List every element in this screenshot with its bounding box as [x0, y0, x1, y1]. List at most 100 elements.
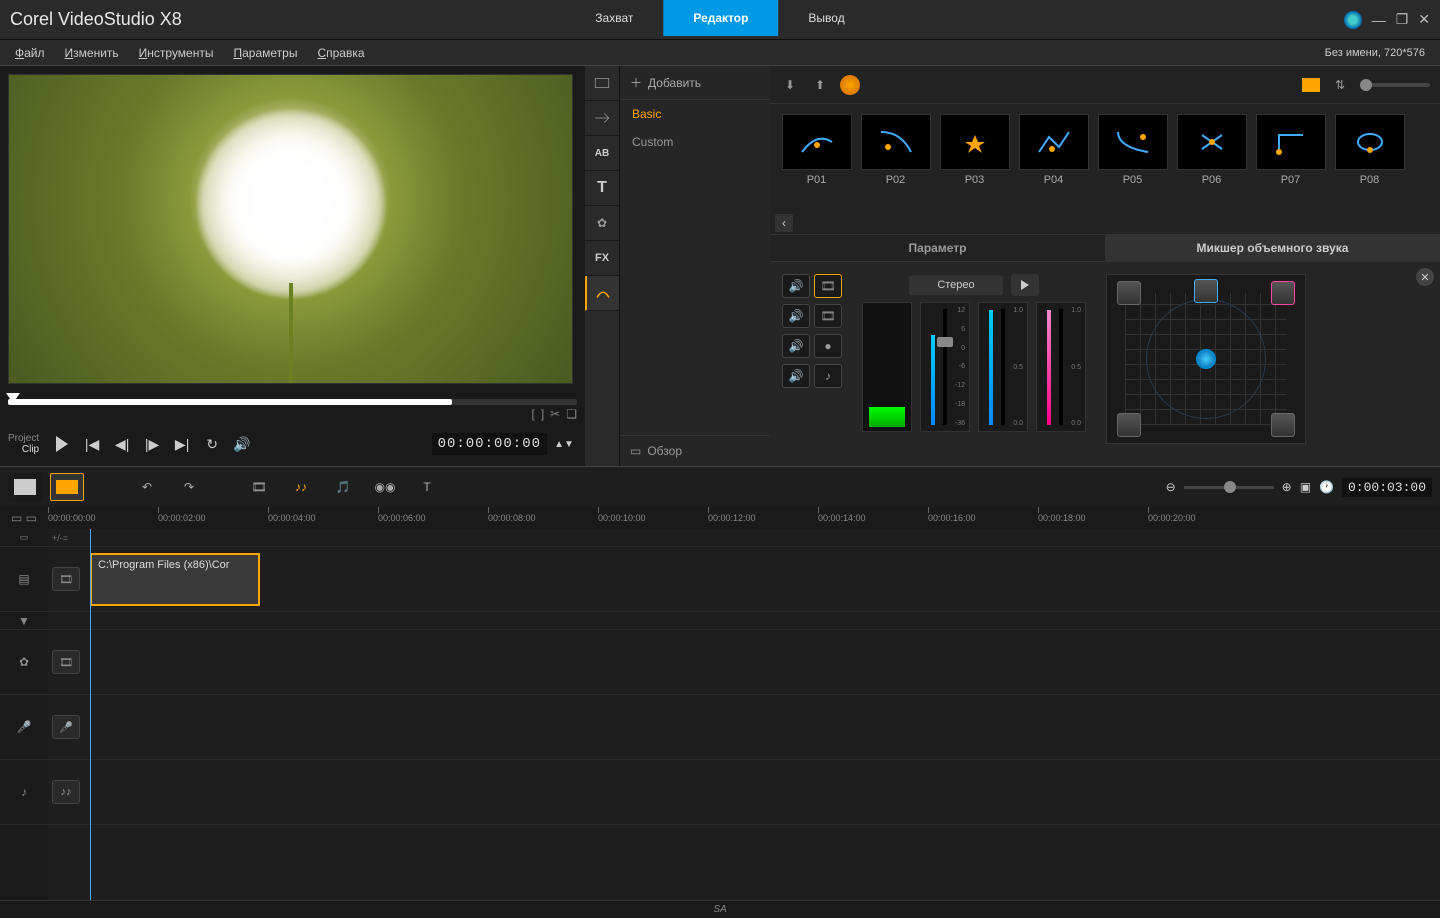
- go-start-icon[interactable]: |◀: [79, 431, 105, 457]
- mute-overlay-icon[interactable]: 🔊: [782, 304, 810, 328]
- preset-p02[interactable]: P02: [859, 114, 932, 204]
- redo-button[interactable]: ↷: [172, 473, 206, 501]
- undo-button[interactable]: ↶: [130, 473, 164, 501]
- track-head-video[interactable]: ▤: [0, 547, 48, 612]
- timecode-step-icon[interactable]: ▲▼: [551, 431, 577, 457]
- tab-surround-mixer[interactable]: Микшер объемного звука: [1105, 235, 1440, 261]
- clip-label[interactable]: Clip: [8, 444, 39, 455]
- music-track[interactable]: ♪♪: [48, 760, 1440, 825]
- menu-tools[interactable]: Инструменты: [139, 46, 214, 60]
- sort-icon[interactable]: ⇅: [1330, 75, 1350, 95]
- tab-output[interactable]: Вывод: [778, 0, 874, 36]
- menu-help[interactable]: Справка: [317, 46, 364, 60]
- zoom-in-icon[interactable]: ⊕: [1282, 480, 1292, 494]
- tab-parameter[interactable]: Параметр: [770, 235, 1105, 261]
- go-end-icon[interactable]: ▶|: [169, 431, 195, 457]
- mark-out-icon[interactable]: ]: [541, 407, 544, 421]
- lib-tab-title[interactable]: AB: [585, 136, 619, 171]
- tracks-area[interactable]: +/-= 🎞 C:\Program Files (x86)\Cor 🎞 🎤 ♪♪: [48, 529, 1440, 900]
- volume-fader[interactable]: 1260-6-12-18-36: [920, 302, 970, 432]
- tab-capture[interactable]: Захват: [565, 0, 663, 36]
- lib-tab-text[interactable]: T: [585, 171, 619, 206]
- track-video-icon[interactable]: 🎞: [814, 274, 842, 298]
- overlay-track[interactable]: 🎞: [48, 630, 1440, 695]
- close-panel-icon[interactable]: ✕: [1416, 268, 1434, 286]
- playhead[interactable]: [90, 529, 91, 900]
- menu-edit[interactable]: Изменить: [65, 46, 119, 60]
- thumbnail-size-slider[interactable]: [1360, 83, 1430, 87]
- mark-in-icon[interactable]: [: [531, 407, 534, 421]
- preset-p08[interactable]: P08: [1333, 114, 1406, 204]
- menu-file[interactable]: Файл: [15, 46, 45, 60]
- lib-tab-graphic[interactable]: ✿: [585, 206, 619, 241]
- preview-scrubber[interactable]: [8, 399, 577, 405]
- record-button[interactable]: 🎞: [242, 473, 276, 501]
- lib-tab-transitions[interactable]: [585, 101, 619, 136]
- maximize-icon[interactable]: ❐: [1396, 11, 1409, 28]
- motion-button[interactable]: ◉◉: [368, 473, 402, 501]
- preset-p07[interactable]: P07: [1254, 114, 1327, 204]
- video-track-icon[interactable]: 🎞: [52, 567, 80, 591]
- timeline-duration[interactable]: 0:00:03:00: [1342, 478, 1432, 497]
- track-head-music[interactable]: ♪: [0, 760, 48, 825]
- track-head-voice[interactable]: 🎤: [0, 695, 48, 760]
- preset-p01[interactable]: P01: [780, 114, 853, 204]
- lib-category-basic[interactable]: Basic: [620, 100, 770, 128]
- mute-voice-icon[interactable]: 🔊: [782, 334, 810, 358]
- right-pan-fader[interactable]: 1.00.50.0: [1036, 302, 1086, 432]
- next-frame-icon[interactable]: |▶: [139, 431, 165, 457]
- export-icon[interactable]: ⬆: [810, 75, 830, 95]
- lib-tab-media[interactable]: [585, 66, 619, 101]
- mixer-play-button[interactable]: [1011, 274, 1039, 296]
- track-overlay-icon[interactable]: 🎞: [814, 304, 842, 328]
- audio-button[interactable]: ♪♪: [284, 473, 318, 501]
- library-review-button[interactable]: ▭ Обзор: [620, 435, 770, 466]
- voice-track[interactable]: 🎤: [48, 695, 1440, 760]
- zoom-out-icon[interactable]: ⊖: [1166, 480, 1176, 494]
- lib-category-custom[interactable]: Custom: [620, 128, 770, 156]
- preview-timecode[interactable]: 00:00:00:00: [432, 433, 547, 455]
- split-icon[interactable]: ❏: [566, 407, 577, 421]
- left-pan-fader[interactable]: 1.00.50.0: [978, 302, 1028, 432]
- scroll-left-icon[interactable]: ‹: [775, 214, 793, 232]
- clock-icon[interactable]: 🕐: [1319, 480, 1334, 494]
- auto-music-button[interactable]: 🎵: [326, 473, 360, 501]
- instant-project-icon[interactable]: [840, 75, 860, 95]
- track-head-overlay[interactable]: ✿: [0, 630, 48, 695]
- music-track-icon[interactable]: ♪♪: [52, 780, 80, 804]
- mute-music-icon[interactable]: 🔊: [782, 364, 810, 388]
- mute-video-icon[interactable]: 🔊: [782, 274, 810, 298]
- prev-frame-icon[interactable]: ◀|: [109, 431, 135, 457]
- volume-icon[interactable]: 🔊: [229, 431, 255, 457]
- timeline-view-button[interactable]: [50, 473, 84, 501]
- preset-p06[interactable]: P06: [1175, 114, 1248, 204]
- overlay-track-icon[interactable]: 🎞: [52, 650, 80, 674]
- project-label[interactable]: Project: [8, 433, 39, 444]
- preset-p05[interactable]: P05: [1096, 114, 1169, 204]
- video-clip[interactable]: C:\Program Files (x86)\Cor: [90, 553, 260, 606]
- track-voice-icon[interactable]: ●: [814, 334, 842, 358]
- zoom-slider[interactable]: [1184, 486, 1274, 489]
- import-icon[interactable]: ⬇: [780, 75, 800, 95]
- voice-track-icon[interactable]: 🎤: [52, 715, 80, 739]
- preset-p03[interactable]: P03: [938, 114, 1011, 204]
- repeat-icon[interactable]: ↻: [199, 431, 225, 457]
- timeline-ruler[interactable]: 00:00:00:00 00:00:02:00 00:00:04:00 00:0…: [48, 507, 1440, 529]
- preview-video[interactable]: [8, 74, 573, 384]
- track-expand-icon[interactable]: ▼: [0, 612, 48, 630]
- surround-position-icon[interactable]: [1196, 349, 1216, 369]
- storyboard-view-button[interactable]: [8, 473, 42, 501]
- play-button[interactable]: [49, 431, 75, 457]
- lib-tab-path[interactable]: [585, 276, 619, 311]
- menu-params[interactable]: Параметры: [233, 46, 297, 60]
- close-icon[interactable]: ✕: [1418, 11, 1430, 28]
- minimize-icon[interactable]: —: [1372, 12, 1386, 28]
- preset-p04[interactable]: P04: [1017, 114, 1090, 204]
- thumbnail-view-icon[interactable]: [1302, 78, 1320, 92]
- scrubber-handle[interactable]: [6, 393, 20, 403]
- track-music-icon[interactable]: ♪: [814, 364, 842, 388]
- track-toggle-row[interactable]: ▭: [0, 529, 48, 547]
- globe-icon[interactable]: [1344, 11, 1362, 29]
- surround-field[interactable]: [1106, 274, 1306, 444]
- subtitle-button[interactable]: T: [410, 473, 444, 501]
